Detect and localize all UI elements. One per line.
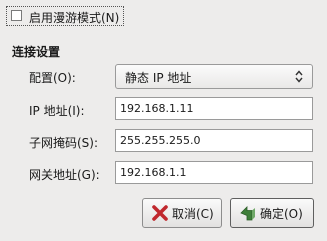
cancel-x-icon bbox=[152, 205, 168, 221]
cancel-button[interactable]: 取消(C) bbox=[142, 198, 222, 228]
subnet-mask-value: 255.255.255.0 bbox=[120, 134, 201, 147]
ok-label: 确定(O) bbox=[260, 207, 303, 221]
ip-address-field[interactable]: 192.168.1.11 bbox=[115, 97, 313, 120]
enable-roaming-checkbox[interactable]: 启用漫游模式(N) bbox=[6, 6, 124, 26]
gateway-field[interactable]: 192.168.1.1 bbox=[115, 161, 313, 184]
cancel-label: 取消(C) bbox=[172, 207, 214, 221]
roaming-label: 启用漫游模式(N) bbox=[29, 11, 120, 25]
ok-arrow-icon bbox=[240, 206, 255, 221]
config-combo-value: 静态 IP 地址 bbox=[125, 71, 192, 85]
gateway-label: 网关地址(G): bbox=[29, 168, 100, 182]
config-label: 配置(O): bbox=[29, 71, 76, 85]
roaming-checkbox-box[interactable] bbox=[11, 10, 22, 21]
ip-address-value: 192.168.1.11 bbox=[120, 102, 194, 115]
ok-button[interactable]: 确定(O) bbox=[230, 198, 314, 228]
subnet-mask-label: 子网掩码(S): bbox=[29, 136, 99, 150]
gateway-value: 192.168.1.1 bbox=[120, 166, 187, 179]
connection-settings-title: 连接设置 bbox=[12, 45, 61, 59]
config-combo[interactable]: 静态 IP 地址 bbox=[115, 64, 313, 89]
subnet-mask-field[interactable]: 255.255.255.0 bbox=[115, 129, 313, 152]
updown-arrows-icon bbox=[295, 70, 303, 83]
ip-address-label: IP 地址(I): bbox=[29, 104, 85, 118]
